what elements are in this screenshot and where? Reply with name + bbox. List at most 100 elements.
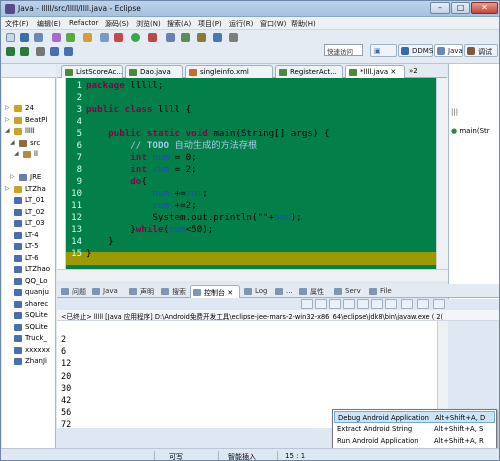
line-number: 11 xyxy=(71,201,82,211)
menu-run[interactable]: 运行(R) xyxy=(229,19,253,29)
open-perspective-button[interactable]: ▣ xyxy=(370,44,397,57)
expand-arrow-icon[interactable]: ▷ xyxy=(5,104,10,111)
search-icon[interactable] xyxy=(213,33,222,42)
maximize-button[interactable]: □ xyxy=(451,2,470,14)
code-line[interactable]: } xyxy=(86,236,114,248)
code-line[interactable]: } xyxy=(86,248,92,260)
popup-item-extract-string[interactable]: Extract Android String Alt+Shift+A, S xyxy=(334,423,495,435)
java-perspective-button[interactable]: Java xyxy=(434,44,463,57)
tab-more[interactable]: ... xyxy=(273,285,293,298)
code-line[interactable]: do{ xyxy=(86,176,147,188)
menu-search[interactable]: 搜索(A) xyxy=(167,19,191,29)
annotation-prev-icon[interactable] xyxy=(20,47,29,56)
menu-navigate[interactable]: 浏览(N) xyxy=(136,19,161,29)
word-wrap-icon[interactable] xyxy=(357,299,369,309)
back-icon[interactable] xyxy=(50,47,59,56)
code-editor[interactable]: 1 package lllll; 2 3 public class llll {4 5 p… xyxy=(57,78,448,269)
debug-icon[interactable] xyxy=(114,33,123,42)
code-line[interactable]: int sum = 2; xyxy=(86,164,196,176)
tab-properties[interactable]: 属性 xyxy=(297,285,324,298)
menu-project[interactable]: 项目(P) xyxy=(198,19,222,29)
clear-console-icon[interactable] xyxy=(329,299,341,309)
pin-console-icon[interactable] xyxy=(371,299,383,309)
code-line[interactable]: public static void main(String[] args) { xyxy=(86,128,329,140)
run-icon[interactable] xyxy=(131,33,140,42)
menu-file[interactable]: 文件(F) xyxy=(5,19,29,29)
expand-arrow-icon[interactable]: ◢ xyxy=(14,150,19,157)
code-line[interactable]: System.out.println(""+num); xyxy=(86,212,301,224)
tab-servers[interactable]: Serv xyxy=(332,285,361,298)
outline-item-main[interactable]: ● main(Str xyxy=(451,127,490,135)
menu-refactor[interactable]: Refactor xyxy=(69,19,98,27)
line-number: 3 xyxy=(76,105,82,115)
toggle-mark-icon[interactable] xyxy=(229,33,238,42)
avd-manager-icon[interactable] xyxy=(66,33,75,42)
new-android-project-icon[interactable] xyxy=(100,33,109,42)
minimize-view-icon[interactable] xyxy=(417,299,429,309)
android-sdk-icon[interactable] xyxy=(52,33,61,42)
expand-arrow-icon[interactable]: ◢ xyxy=(5,127,10,134)
code-line[interactable]: public class llll { xyxy=(86,104,191,116)
editor-vertical-scrollbar[interactable] xyxy=(436,78,448,269)
menu-help[interactable]: 帮助(H) xyxy=(291,19,316,29)
popup-item-debug-android[interactable]: Debug Android Application Alt+Shift+A, D xyxy=(334,411,495,423)
tab-overflow[interactable]: »2 xyxy=(409,67,418,75)
code-line[interactable]: // TODO 自动生成的方法存根 xyxy=(86,140,257,152)
minimize-button[interactable]: – xyxy=(430,2,450,14)
new-icon[interactable] xyxy=(6,33,15,42)
forward-icon[interactable] xyxy=(64,47,73,56)
tab-listscoreactivity[interactable]: ListScoreAc... xyxy=(61,65,123,78)
menu-window[interactable]: 窗口(W) xyxy=(260,19,286,29)
tab-logcat[interactable]: Log xyxy=(242,285,268,298)
last-edit-icon[interactable] xyxy=(36,47,45,56)
tab-javadoc[interactable]: Java xyxy=(90,285,118,298)
outline-toolbar-icon[interactable]: ||| xyxy=(451,108,458,116)
expand-arrow-icon[interactable]: ◢ xyxy=(10,139,15,146)
terminate-icon[interactable] xyxy=(301,299,313,309)
tab-search[interactable]: 搜索 xyxy=(159,285,186,298)
new-java-class-icon[interactable] xyxy=(166,33,175,42)
bottom-view-tabs: 问题 Java 声明 搜索 控制台 ✕ Log ... 属性 Serv File xyxy=(57,284,499,298)
editor-horizontal-scrollbar[interactable] xyxy=(57,269,448,281)
expand-arrow-icon[interactable]: ▷ xyxy=(10,173,15,180)
remove-launch-icon[interactable] xyxy=(315,299,327,309)
console-line: 30 xyxy=(61,383,72,394)
tab-dao[interactable]: Dao.java xyxy=(125,65,183,78)
open-type-icon[interactable] xyxy=(197,33,206,42)
tab-registeractivity[interactable]: RegisterAct... xyxy=(275,65,343,78)
close-button[interactable]: ✕ xyxy=(471,2,498,14)
tab-singleinfo-xml[interactable]: singleinfo.xml xyxy=(185,65,273,78)
external-tools-icon[interactable] xyxy=(148,33,157,42)
code-line[interactable]: num +=sum; xyxy=(86,188,207,200)
debug-perspective-button[interactable]: 调试 xyxy=(464,44,498,57)
menu-edit[interactable]: 编辑(E) xyxy=(37,19,61,29)
lint-icon[interactable] xyxy=(83,33,92,42)
maximize-view-icon[interactable] xyxy=(433,299,445,309)
tab-file-explorer[interactable]: File xyxy=(367,285,392,298)
code-line[interactable]: package lllll; xyxy=(86,80,163,92)
tab-console[interactable]: 控制台 ✕ xyxy=(190,285,240,298)
tab-close-icon[interactable]: ✕ xyxy=(390,68,396,76)
tab-declaration[interactable]: 声明 xyxy=(127,285,154,298)
code-area[interactable]: 1 package lllll; 2 3 public class llll {4 5 p… xyxy=(66,78,436,269)
save-all-icon[interactable] xyxy=(34,33,43,42)
expand-arrow-icon[interactable]: ▷ xyxy=(5,116,10,123)
save-icon[interactable] xyxy=(20,33,29,42)
expand-arrow-icon[interactable]: ▷ xyxy=(5,185,10,192)
popup-item-run-android[interactable]: Run Android Application Alt+Shift+A, R xyxy=(334,435,495,447)
menu-source[interactable]: 源码(S) xyxy=(105,19,129,29)
annotation-next-icon[interactable] xyxy=(6,47,15,56)
tab-close-icon[interactable]: ✕ xyxy=(227,289,233,297)
tab-problems[interactable]: 问题 xyxy=(59,285,86,298)
code-line[interactable]: }while(num<50); xyxy=(86,224,213,236)
code-line[interactable]: sum +=2; xyxy=(86,200,196,212)
code-line[interactable]: int num = 0; xyxy=(86,152,196,164)
display-console-icon[interactable] xyxy=(385,299,397,309)
quick-access-field[interactable]: 快速访问 xyxy=(324,44,363,56)
tab-llll-java[interactable]: *llll.java ✕ xyxy=(345,65,405,79)
open-console-icon[interactable] xyxy=(401,299,413,309)
scroll-lock-icon[interactable] xyxy=(343,299,355,309)
new-package-icon[interactable] xyxy=(181,33,190,42)
ddms-perspective-button[interactable]: DDMS xyxy=(398,44,433,57)
console-icon xyxy=(193,289,201,296)
